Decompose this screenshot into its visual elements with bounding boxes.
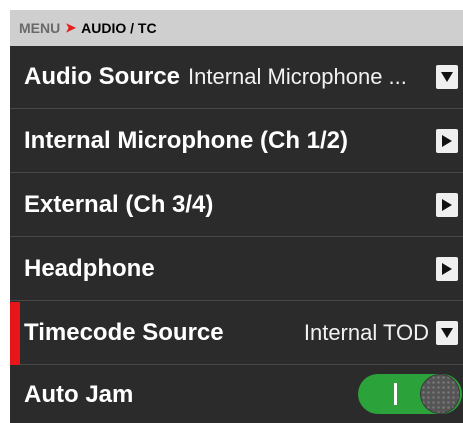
auto-jam-toggle[interactable] [358,374,462,414]
chevron-right-icon[interactable] [436,193,458,217]
row-label: Timecode Source [24,319,224,346]
headphone-row[interactable]: Headphone [10,238,463,301]
auto-jam-row: Auto Jam [10,366,463,423]
external-row[interactable]: External (Ch 3/4) [10,174,463,237]
breadcrumb-arrow-icon: ➤ [65,20,77,35]
chevron-right-icon[interactable] [436,129,458,153]
timecode-source-value: Internal TOD [303,320,429,345]
audio-source-row[interactable]: Audio Source Internal Microphone ... [10,46,463,109]
audio-tc-menu-panel: MENU ➤ AUDIO / TC Audio Source Internal … [10,10,463,423]
row-label: Headphone [24,255,155,282]
row-label: Internal Microphone (Ch 1/2) [24,127,349,154]
toggle-on-mark [394,383,397,405]
internal-microphone-row[interactable]: Internal Microphone (Ch 1/2) [10,110,463,173]
timecode-source-row[interactable]: Timecode Source Internal TOD [10,302,463,365]
breadcrumb-current: AUDIO / TC [81,20,157,36]
breadcrumb: MENU ➤ AUDIO / TC [10,10,463,46]
row-label: Auto Jam [24,380,134,408]
audio-source-value: Internal Microphone ... [188,64,407,89]
chevron-down-icon[interactable] [436,321,458,345]
row-label: Audio Source [24,63,181,90]
toggle-knob[interactable] [420,374,460,414]
breadcrumb-menu-link[interactable]: MENU [19,20,60,36]
chevron-down-icon[interactable] [436,65,458,89]
chevron-right-icon[interactable] [436,257,458,281]
row-label: External (Ch 3/4) [24,191,214,218]
selected-indicator [10,302,20,365]
